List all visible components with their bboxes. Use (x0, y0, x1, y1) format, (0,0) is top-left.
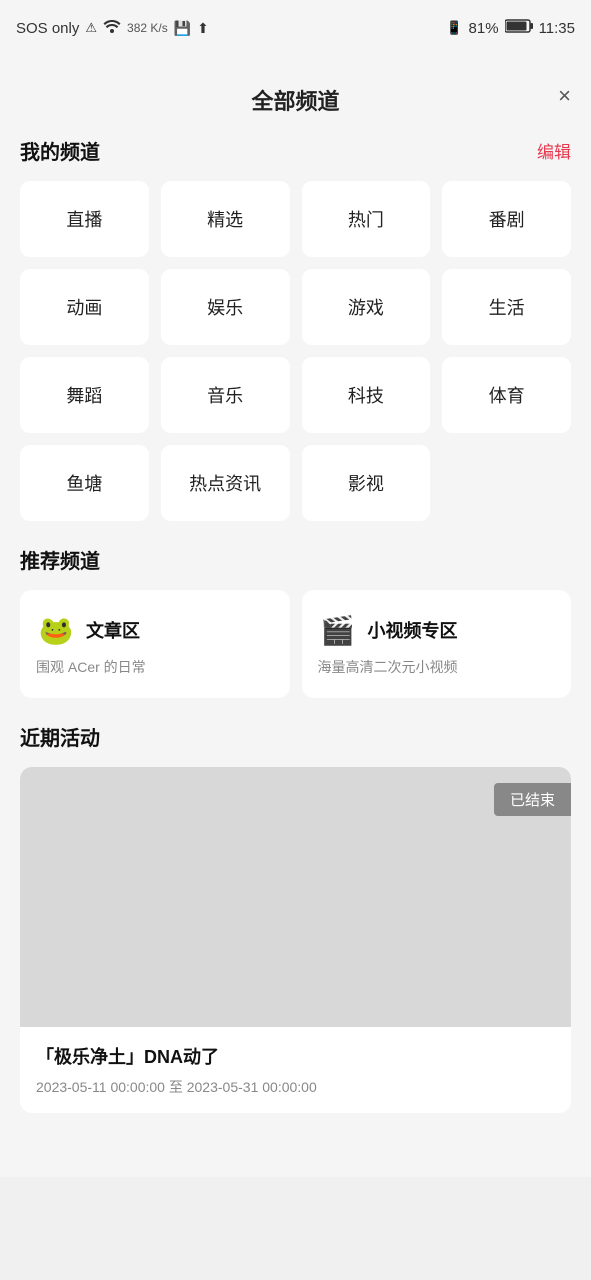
recommended-title: 推荐频道 (20, 545, 100, 574)
activity-card[interactable]: 已结束 「极乐净土」DNA动了 2023-05-11 00:00:00 至 20… (20, 767, 571, 1113)
channel-item[interactable]: 鱼塘 (20, 445, 149, 521)
sos-text: SOS only (16, 20, 79, 37)
activity-name: 「极乐净土」DNA动了 (36, 1043, 555, 1069)
page-header: 全部频道 × (0, 56, 591, 136)
channel-item[interactable]: 动画 (20, 269, 149, 345)
my-channels-header: 我的频道 编辑 (20, 136, 571, 165)
recommended-item-subtitle: 围观 ACer 的日常 (36, 658, 274, 678)
wifi-icon (103, 19, 121, 37)
activity-info: 「极乐净土」DNA动了 2023-05-11 00:00:00 至 2023-0… (20, 1027, 571, 1113)
recommended-grid: 🐸 文章区围观 ACer 的日常 🎬 小视频专区海量高清二次元小视频 (20, 590, 571, 698)
channel-item[interactable]: 音乐 (161, 357, 290, 433)
page-title: 全部频道 (251, 84, 339, 116)
my-channels-title: 我的频道 (20, 136, 100, 165)
channel-item[interactable]: 体育 (442, 357, 571, 433)
time: 11:35 (539, 20, 575, 37)
activity-section: 近期活动 已结束 「极乐净土」DNA动了 2023-05-11 00:00:00… (0, 722, 591, 1137)
storage-icon: 💾 (174, 20, 191, 37)
channel-item[interactable]: 生活 (442, 269, 571, 345)
close-button[interactable]: × (558, 85, 571, 107)
main-container: 全部频道 × 我的频道 编辑 直播精选热门番剧动画娱乐游戏生活舞蹈音乐科技体育鱼… (0, 56, 591, 1177)
status-left: SOS only ⚠ 382 K/s 💾 ⬆ (16, 19, 209, 37)
battery-icon (505, 19, 533, 37)
channel-item[interactable]: 舞蹈 (20, 357, 149, 433)
recommended-icon: 🎬 (318, 610, 358, 650)
recommended-item-title: 文章区 (86, 617, 140, 643)
recommended-header: 推荐频道 (20, 545, 571, 574)
channel-item[interactable]: 热点资讯 (161, 445, 290, 521)
recommended-item[interactable]: 🎬 小视频专区海量高清二次元小视频 (302, 590, 572, 698)
status-bar: SOS only ⚠ 382 K/s 💾 ⬆ 📱 81% 11:35 (0, 0, 591, 56)
activity-image (20, 767, 571, 1027)
recommended-section: 推荐频道 🐸 文章区围观 ACer 的日常 🎬 小视频专区海量高清二次元小视频 (0, 545, 591, 722)
recommended-item-title: 小视频专区 (368, 617, 458, 643)
channel-item[interactable]: 娱乐 (161, 269, 290, 345)
edit-button[interactable]: 编辑 (537, 138, 571, 163)
activity-title: 近期活动 (20, 722, 571, 751)
channel-item[interactable]: 热门 (302, 181, 431, 257)
upload-icon: ⬆ (197, 20, 209, 37)
battery-pct: 81% (469, 20, 499, 37)
activity-badge: 已结束 (494, 783, 571, 816)
channel-item[interactable]: 直播 (20, 181, 149, 257)
phone-icon: 📱 (446, 20, 462, 36)
activity-date: 2023-05-11 00:00:00 至 2023-05-31 00:00:0… (36, 1077, 555, 1097)
recommended-icon: 🐸 (36, 610, 76, 650)
recommended-item-subtitle: 海量高清二次元小视频 (318, 658, 556, 678)
channel-item[interactable]: 游戏 (302, 269, 431, 345)
channel-grid: 直播精选热门番剧动画娱乐游戏生活舞蹈音乐科技体育鱼塘热点资讯影视 (20, 181, 571, 521)
recommended-item-header: 🐸 文章区 (36, 610, 274, 650)
channel-item[interactable]: 影视 (302, 445, 431, 521)
recommended-item-header: 🎬 小视频专区 (318, 610, 556, 650)
my-channels-section: 我的频道 编辑 直播精选热门番剧动画娱乐游戏生活舞蹈音乐科技体育鱼塘热点资讯影视 (0, 136, 591, 545)
channel-item[interactable]: 科技 (302, 357, 431, 433)
warning-icon: ⚠ (85, 20, 97, 36)
network-speed: 382 K/s (127, 21, 168, 35)
status-right: 📱 81% 11:35 (446, 19, 575, 37)
channel-item[interactable]: 番剧 (442, 181, 571, 257)
recommended-item[interactable]: 🐸 文章区围观 ACer 的日常 (20, 590, 290, 698)
channel-item[interactable]: 精选 (161, 181, 290, 257)
